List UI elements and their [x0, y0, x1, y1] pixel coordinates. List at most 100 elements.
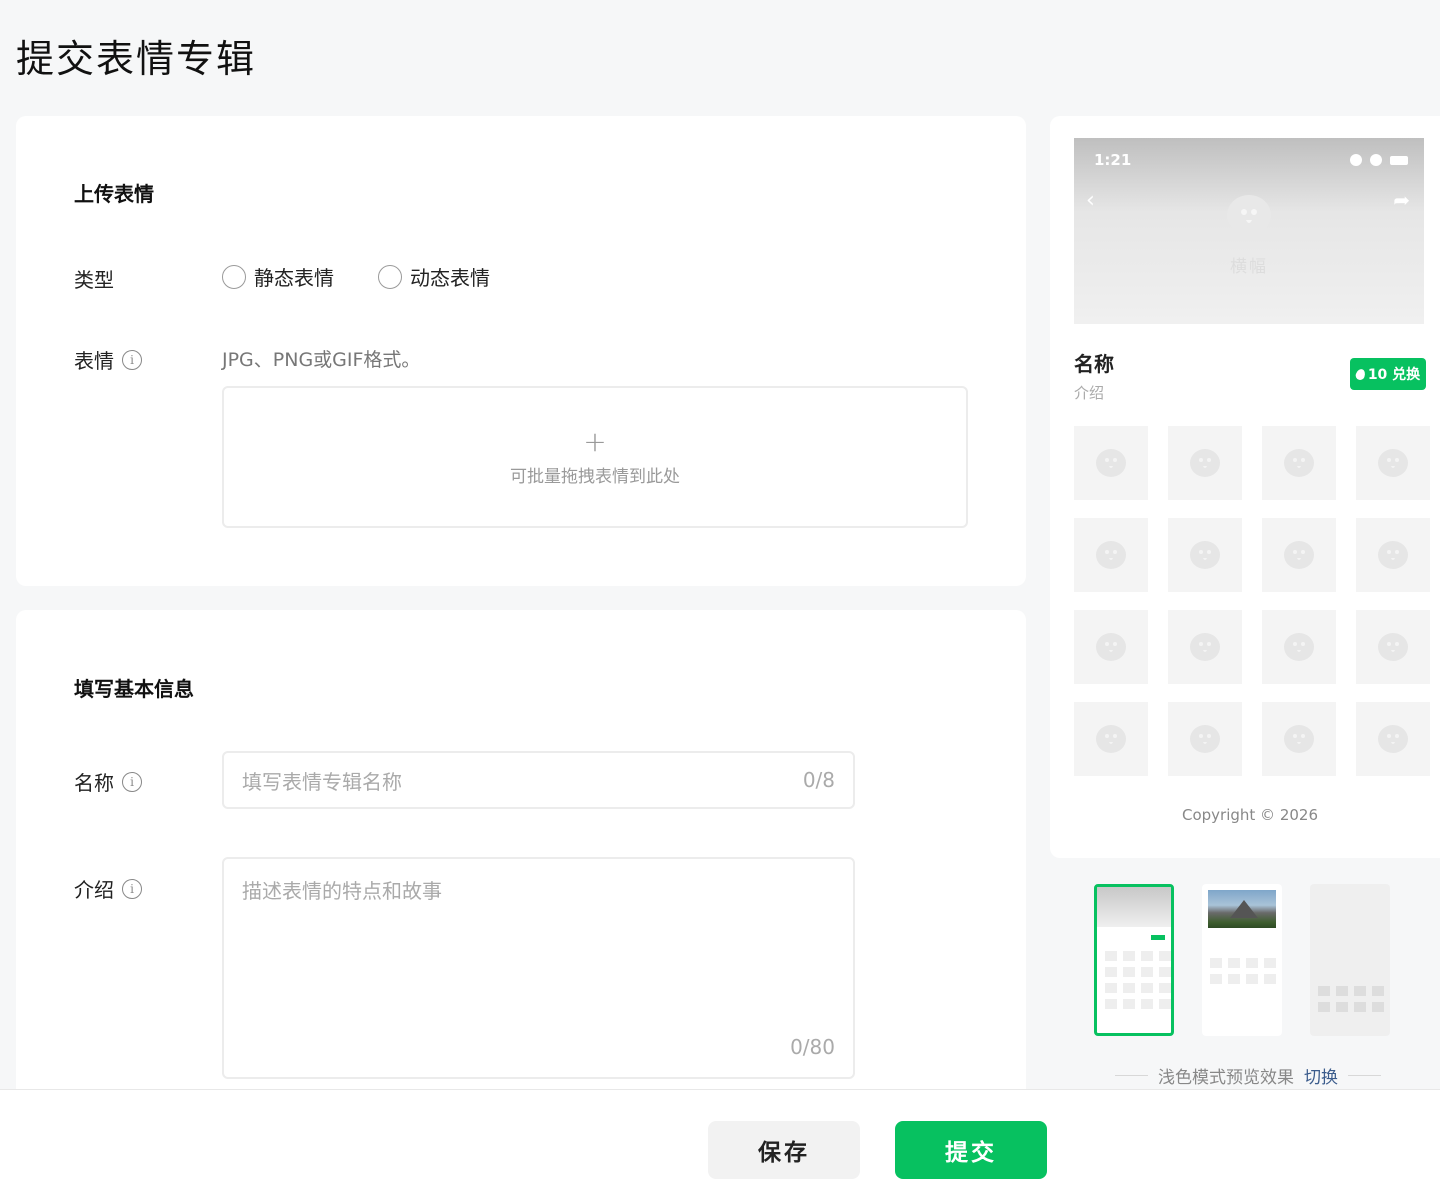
sticker-cell [1356, 518, 1430, 592]
name-label-text: 名称 [74, 771, 114, 795]
radio-circle-icon[interactable] [378, 264, 402, 289]
signal-icon [1350, 154, 1362, 166]
submit-button[interactable]: 提交 [895, 1121, 1047, 1179]
mini-banner [1097, 887, 1171, 927]
sticker-cell [1074, 702, 1148, 776]
radio-animated[interactable]: 动态表情 [378, 262, 490, 291]
sticker-placeholder-icon [1190, 541, 1220, 569]
intro-label: 介绍 i [74, 874, 142, 903]
intro-counter: 0/80 [790, 1035, 835, 1059]
plus-icon: + [583, 424, 607, 458]
type-label-text: 类型 [74, 268, 114, 292]
sticker-placeholder-icon [1378, 633, 1408, 661]
sticker-placeholder-icon [1284, 449, 1314, 477]
banner-label: 横幅 [1230, 257, 1268, 277]
mini-grid [1310, 980, 1390, 1018]
back-arrow-icon: ‹ [1086, 188, 1095, 213]
preview-intro: 介绍 [1074, 384, 1105, 402]
sticker-placeholder-icon [1284, 541, 1314, 569]
mode-switch-link[interactable]: 切换 [1304, 1063, 1338, 1088]
intro-label-text: 介绍 [74, 878, 114, 902]
mini-grid [1097, 945, 1171, 1015]
page-title: 提交表情专辑 [16, 37, 257, 81]
status-icons [1350, 154, 1408, 166]
preview-name: 名称 [1074, 352, 1114, 376]
battery-icon [1390, 155, 1408, 165]
sticker-placeholder-icon [1378, 449, 1408, 477]
mini-badge [1151, 935, 1165, 940]
preview-thumbnails [1094, 884, 1390, 1036]
drop-icon [1354, 367, 1367, 381]
name-label: 名称 i [74, 767, 142, 796]
sticker-cell [1262, 426, 1336, 500]
save-button[interactable]: 保存 [708, 1121, 860, 1179]
sticker-cell [1168, 426, 1242, 500]
sticker-placeholder-icon [1227, 195, 1271, 235]
dropzone-text: 可批量拖拽表情到此处 [510, 466, 680, 487]
name-counter: 0/8 [802, 768, 835, 792]
format-hint: JPG、PNG或GIF格式。 [222, 349, 421, 371]
divider [1348, 1075, 1381, 1076]
thumb-light-mode[interactable] [1094, 884, 1174, 1036]
copyright: Copyright © 2026 [1181, 806, 1318, 824]
preview-banner: 1:21 ‹ ➦ 横幅 [1074, 138, 1424, 324]
intro-placeholder: 描述表情的特点和故事 [242, 879, 442, 903]
wifi-icon [1370, 154, 1382, 166]
sticker-cell [1262, 702, 1336, 776]
radio-static-label: 静态表情 [254, 266, 334, 290]
sticker-cell [1262, 610, 1336, 684]
sticker-placeholder-icon [1096, 541, 1126, 569]
sticker-placeholder-icon [1284, 725, 1314, 753]
intro-textarea[interactable]: 描述表情的特点和故事 0/80 [222, 857, 855, 1079]
mini-grid [1202, 952, 1282, 990]
sticker-placeholder-icon [1190, 633, 1220, 661]
sticker-cell [1356, 610, 1430, 684]
mode-switch-line: 浅色模式预览效果 切换 [1115, 1063, 1381, 1088]
sticker-placeholder-icon [1190, 449, 1220, 477]
upload-card: 上传表情 类型 静态表情 动态表情 表情 i JPG、PNG或GIF格式。 + … [16, 116, 1026, 586]
basic-section-title: 填写基本信息 [74, 677, 194, 701]
info-icon[interactable]: i [122, 878, 142, 899]
thumb-photo-banner[interactable] [1202, 884, 1282, 1036]
info-icon[interactable]: i [122, 349, 142, 370]
upload-dropzone[interactable]: + 可批量拖拽表情到此处 [222, 386, 968, 528]
type-label: 类型 [74, 264, 114, 293]
sticker-placeholder-icon [1096, 449, 1126, 477]
radio-circle-icon[interactable] [222, 264, 246, 289]
sticker-cell [1074, 426, 1148, 500]
name-placeholder: 填写表情专辑名称 [242, 769, 402, 794]
sticker-cell [1074, 610, 1148, 684]
sticker-placeholder-icon [1190, 725, 1220, 753]
name-input[interactable]: 填写表情专辑名称 0/8 [222, 751, 855, 809]
sticker-cell [1168, 702, 1242, 776]
thumb-dark-mode[interactable] [1310, 884, 1390, 1036]
sticker-cell [1356, 702, 1430, 776]
info-icon[interactable]: i [122, 771, 142, 792]
radio-animated-label: 动态表情 [410, 266, 490, 290]
sticker-placeholder-icon [1096, 725, 1126, 753]
radio-static[interactable]: 静态表情 [222, 262, 334, 291]
sticker-cell [1262, 518, 1336, 592]
sticker-placeholder-icon [1378, 541, 1408, 569]
upload-section-title: 上传表情 [74, 182, 154, 206]
sticker-label: 表情 i [74, 345, 142, 374]
sticker-placeholder-icon [1096, 633, 1126, 661]
status-time: 1:21 [1094, 151, 1132, 169]
sticker-cell [1356, 426, 1430, 500]
sticker-placeholder-icon [1378, 725, 1408, 753]
mini-photo [1208, 890, 1276, 928]
mode-text: 浅色模式预览效果 [1158, 1068, 1294, 1088]
type-radio-group: 静态表情 动态表情 [222, 262, 490, 291]
share-icon: ➦ [1393, 188, 1410, 212]
sticker-cell [1074, 518, 1148, 592]
exchange-badge-label: 10 兑换 [1367, 367, 1421, 383]
sticker-cell [1168, 518, 1242, 592]
preview-card: 1:21 ‹ ➦ 横幅 名称 介绍 10 兑换 Copyright © 2026 [1050, 116, 1440, 858]
sticker-placeholder-icon [1284, 633, 1314, 661]
exchange-badge: 10 兑换 [1350, 358, 1426, 390]
divider [1115, 1075, 1148, 1076]
sticker-label-text: 表情 [74, 349, 114, 373]
sticker-grid [1074, 426, 1430, 776]
action-footer: 保存 提交 [0, 1089, 1440, 1179]
sticker-cell [1168, 610, 1242, 684]
